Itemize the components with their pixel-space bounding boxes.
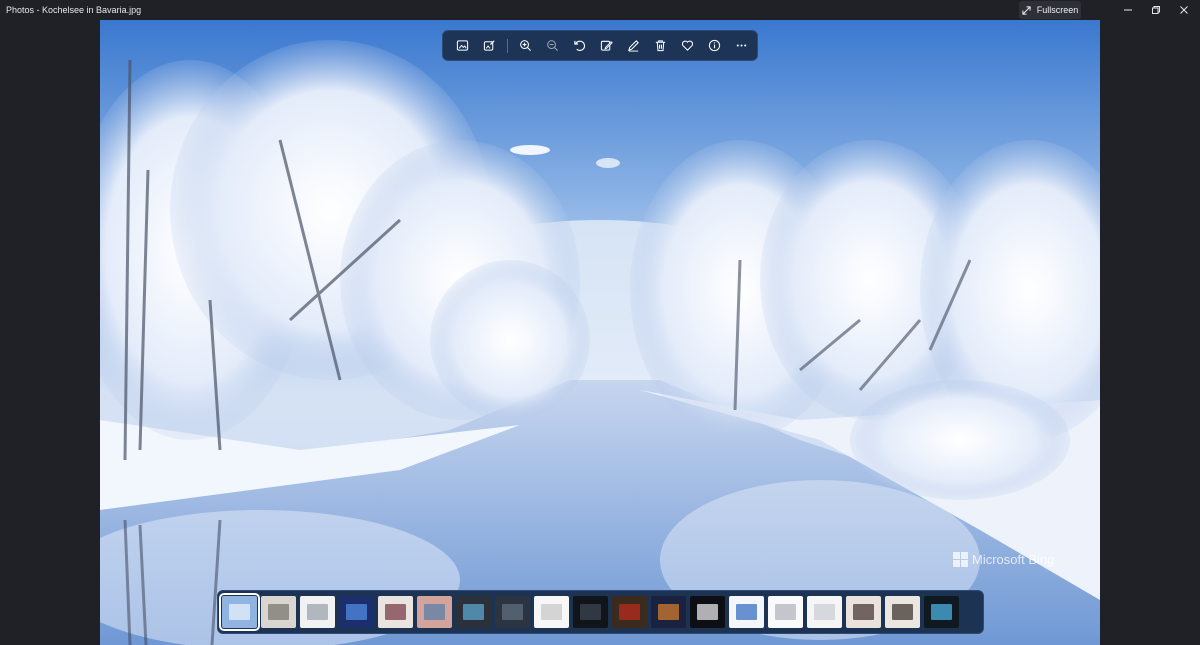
restore-button[interactable] xyxy=(1142,2,1170,18)
thumbnail-preview xyxy=(658,604,679,620)
zoom-in-icon xyxy=(520,40,531,51)
filmstrip-thumbnail[interactable] xyxy=(417,596,452,628)
title-bar: Photos - Kochelsee in Bavaria.jpg Fullsc… xyxy=(0,0,1200,20)
close-button[interactable] xyxy=(1170,2,1198,18)
draw-button[interactable] xyxy=(620,33,647,58)
restore-icon xyxy=(1152,6,1160,14)
thumbnail-preview xyxy=(853,604,874,620)
filmstrip-thumbnail[interactable] xyxy=(846,596,881,628)
filmstrip-thumbnail[interactable] xyxy=(885,596,920,628)
thumbnail-preview xyxy=(463,604,484,620)
filmstrip-thumbnail[interactable] xyxy=(261,596,296,628)
filmstrip-thumbnail[interactable] xyxy=(219,593,260,631)
filmstrip-thumbnail[interactable] xyxy=(807,596,842,628)
edit-image-button[interactable] xyxy=(476,33,503,58)
filmstrip-thumbnail[interactable] xyxy=(456,596,491,628)
thumbnail-preview xyxy=(931,604,952,620)
thumbnail-preview xyxy=(307,604,328,620)
heart-icon xyxy=(681,40,694,51)
filmstrip-thumbnail[interactable] xyxy=(768,596,803,628)
fullscreen-label: Fullscreen xyxy=(1036,5,1079,15)
thumbnail-preview xyxy=(697,604,718,620)
filmstrip-thumbnail[interactable] xyxy=(534,596,569,628)
thumbnail-preview xyxy=(619,604,640,620)
image-toolbar xyxy=(442,30,758,61)
minimize-button[interactable] xyxy=(1114,2,1142,18)
filmstrip-thumbnail[interactable] xyxy=(339,596,374,628)
view-actual-size-button[interactable] xyxy=(449,33,476,58)
thumbnail-preview xyxy=(385,604,406,620)
info-icon xyxy=(708,39,721,52)
bing-watermark: Microsoft Bing xyxy=(953,552,1054,567)
rotate-button[interactable] xyxy=(566,33,593,58)
close-icon xyxy=(1180,6,1188,14)
file-info-button[interactable] xyxy=(701,33,728,58)
edit-icon xyxy=(600,40,613,51)
photo-viewer[interactable] xyxy=(100,20,1100,645)
zoom-out-icon xyxy=(547,40,558,51)
zoom-in-button[interactable] xyxy=(512,33,539,58)
filmstrip-thumbnail[interactable] xyxy=(651,596,686,628)
delete-button[interactable] xyxy=(647,33,674,58)
thumbnail-preview xyxy=(346,604,367,620)
filmstrip-thumbnail[interactable] xyxy=(690,596,725,628)
thumbnail-preview xyxy=(580,604,601,620)
thumbnail-preview xyxy=(502,604,523,620)
thumbnail-preview xyxy=(229,604,250,620)
thumbnail-preview xyxy=(736,604,757,620)
more-icon xyxy=(736,44,747,47)
microsoft-logo-icon xyxy=(953,552,968,567)
window-title: Photos - Kochelsee in Bavaria.jpg xyxy=(6,5,142,15)
thumbnail-preview xyxy=(424,604,445,620)
zoom-out-button[interactable] xyxy=(539,33,566,58)
filmstrip-thumbnail[interactable] xyxy=(612,596,647,628)
rotate-icon xyxy=(574,40,586,52)
expand-icon xyxy=(1022,5,1031,15)
edit-button[interactable] xyxy=(593,33,620,58)
filmstrip-thumbnail[interactable] xyxy=(378,596,413,628)
filmstrip-thumbnail[interactable] xyxy=(573,596,608,628)
thumbnail-preview xyxy=(541,604,562,620)
thumbnail-preview xyxy=(892,604,913,620)
winter-landscape-image xyxy=(100,20,1100,645)
thumbnail-preview xyxy=(814,604,835,620)
more-options-button[interactable] xyxy=(728,33,755,58)
minimize-icon xyxy=(1124,9,1132,11)
toolbar-separator xyxy=(507,38,508,53)
filmstrip-thumbnail[interactable] xyxy=(495,596,530,628)
thumbnail-preview xyxy=(775,604,796,620)
fullscreen-button[interactable]: Fullscreen xyxy=(1019,1,1081,19)
edit-image-icon xyxy=(483,40,495,51)
filmstrip-thumbnail[interactable] xyxy=(924,596,959,628)
filmstrip-thumbnail[interactable] xyxy=(300,596,335,628)
watermark-text: Microsoft Bing xyxy=(972,552,1055,567)
pen-icon xyxy=(628,40,639,52)
trash-icon xyxy=(655,40,666,52)
filmstrip-thumbnail[interactable] xyxy=(729,596,764,628)
image-frame-icon xyxy=(456,40,469,51)
thumbnail-preview xyxy=(268,604,289,620)
filmstrip xyxy=(217,590,984,634)
favorite-button[interactable] xyxy=(674,33,701,58)
